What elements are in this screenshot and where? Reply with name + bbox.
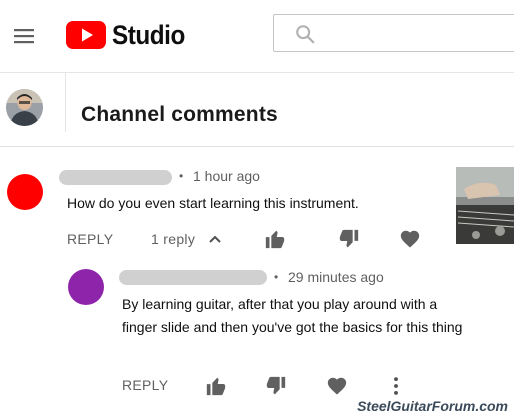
reply-button[interactable]: REPLY bbox=[67, 231, 113, 247]
thumb-down-icon[interactable] bbox=[265, 375, 287, 397]
meta-separator: • bbox=[274, 270, 279, 284]
commenter-name-placeholder[interactable] bbox=[59, 170, 172, 185]
heart-icon[interactable] bbox=[326, 375, 348, 397]
comment-text: How do you even start learning this inst… bbox=[67, 195, 359, 211]
reply-reply-button[interactable]: REPLY bbox=[122, 377, 168, 393]
video-thumbnail[interactable] bbox=[456, 167, 514, 244]
search-input[interactable] bbox=[324, 23, 508, 45]
view-replies-button[interactable]: 1 reply bbox=[151, 231, 195, 247]
header-divider bbox=[65, 72, 66, 132]
thumb-down-icon[interactable] bbox=[338, 228, 360, 250]
studio-logo[interactable]: Studio bbox=[66, 20, 193, 50]
meta-separator: • bbox=[179, 169, 184, 183]
reply-author-name-placeholder[interactable] bbox=[119, 270, 267, 285]
comment-timestamp[interactable]: 1 hour ago bbox=[193, 168, 260, 184]
watermark: SteelGuitarForum.com bbox=[357, 398, 508, 414]
channel-avatar[interactable] bbox=[6, 89, 43, 126]
studio-wordmark: Studio bbox=[112, 19, 185, 50]
page-title: Channel comments bbox=[81, 103, 278, 126]
more-vert-icon[interactable] bbox=[385, 375, 407, 397]
heart-icon[interactable] bbox=[399, 228, 421, 250]
youtube-play-icon bbox=[66, 21, 106, 49]
reply-author-avatar[interactable] bbox=[68, 269, 104, 305]
chevron-up-icon[interactable] bbox=[206, 231, 224, 247]
thumb-up-icon[interactable] bbox=[264, 228, 286, 250]
thumb-up-icon[interactable] bbox=[205, 375, 227, 397]
menu-icon[interactable] bbox=[12, 24, 36, 48]
section-divider bbox=[0, 146, 514, 147]
reply-timestamp[interactable]: 29 minutes ago bbox=[288, 269, 384, 285]
search-box[interactable] bbox=[273, 14, 514, 52]
commenter-avatar[interactable] bbox=[7, 174, 43, 210]
reply-text: By learning guitar, after that you play … bbox=[122, 296, 463, 335]
search-icon[interactable] bbox=[294, 23, 316, 50]
